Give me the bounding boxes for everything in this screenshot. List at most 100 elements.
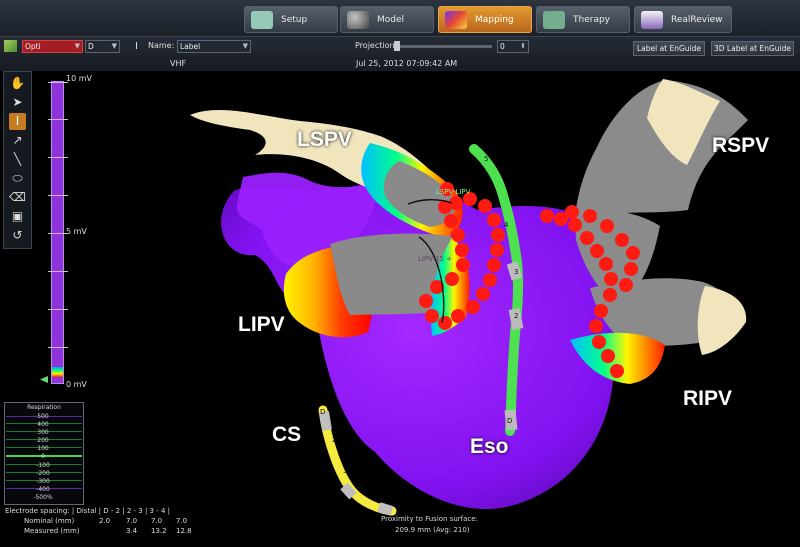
respiration-label: -100 (36, 462, 50, 469)
mode-select[interactable]: D ▼ (85, 40, 120, 53)
line-tool-icon[interactable]: ╲ (9, 151, 26, 168)
nominal-34: 7.0 (176, 517, 188, 525)
3d-map-viewport[interactable]: LSPV RSPV LIPV RIPV CS Eso LSPV-LIPV LIP… (0, 70, 800, 547)
eso-electrode-5-label: 5 (484, 155, 489, 163)
catheter-select[interactable]: Opti ▼ (22, 40, 83, 53)
grid-icon[interactable]: ▣ (9, 208, 26, 225)
text-tool-icon[interactable]: I (9, 113, 26, 130)
respiration-label: -200 (36, 470, 50, 477)
ripv-label: RIPV (683, 387, 733, 410)
pointer-icon[interactable]: ➤ (9, 94, 26, 111)
scale-tick (48, 195, 68, 196)
projection-slider[interactable] (394, 45, 492, 48)
nominal-d2: 7.0 (126, 517, 138, 525)
curve-tool-icon[interactable]: ↗ (9, 132, 26, 149)
cs-distal-label: D (320, 408, 326, 416)
scale-color-band (52, 367, 63, 377)
projection-value-field[interactable]: 0 ⬍ (497, 40, 529, 53)
projection-label: Projection (355, 41, 395, 50)
electrode-table-header: Electrode spacing: | Distal | D - 2 | 2 … (5, 507, 171, 515)
tab-label: Setup (281, 14, 308, 25)
scale-tick (48, 82, 68, 83)
measured-d2: 3.4 (126, 527, 138, 535)
respiration-label: 300 (37, 429, 49, 436)
ripv-cap (697, 286, 747, 355)
nominal-23: 7.0 (151, 517, 163, 525)
mode-select-value: D (88, 42, 94, 51)
measured-label: Measured (mm) (24, 527, 80, 535)
top-navigation-bar: Setup Model Mapping Therapy RealReview (0, 0, 800, 36)
tab-label: Mapping (475, 14, 514, 25)
eraser-icon[interactable]: ⌫ (9, 189, 26, 206)
ellipse-tool-icon[interactable]: ⬭ (9, 170, 26, 187)
rspv-label: RSPV (712, 134, 770, 157)
scale-top-label: 10 mV (66, 74, 92, 83)
realreview-icon (641, 10, 663, 29)
catheter-select-value: Opti (25, 42, 41, 51)
3d-label-at-enguide-text: 3D Label at EnGuide (714, 44, 791, 53)
lipv-label: LIPV (238, 313, 285, 336)
scale-tick (48, 233, 68, 234)
tab-label: RealReview (671, 14, 723, 25)
mapping-toolbar: Opti ▼ D ▼ I Name: Label ▼ Projection 0 ⬍ La… (0, 36, 800, 71)
name-select[interactable]: Label ▼ (177, 40, 251, 53)
name-select-value: Label (180, 42, 201, 51)
eso-distal-label: D (507, 417, 513, 425)
tab-realreview[interactable]: RealReview (634, 6, 732, 33)
respiration-label: -300 (36, 478, 50, 485)
projection-value: 0 (500, 42, 505, 51)
label-at-enguide-text: Label at EnGuide (636, 44, 702, 53)
chevron-down-icon: ▼ (242, 42, 248, 50)
catheter-icon (4, 40, 17, 52)
respiration-title: Respiration (27, 404, 61, 411)
measured-23: 13.2 (151, 527, 167, 535)
therapy-icon (543, 10, 565, 29)
catheter-tool-icon[interactable]: ↺ (9, 227, 26, 244)
hand-icon[interactable]: ✋ (9, 75, 26, 92)
respiration-panel: Respiration 500 400 300 200 100 0 -100 -… (4, 402, 84, 505)
scale-tick (48, 271, 68, 272)
model-icon (347, 10, 369, 29)
tab-label: Therapy (573, 14, 610, 25)
proximity-label: Proximity to Fusion surface: (381, 515, 478, 523)
text-cursor-icon: I (135, 41, 138, 52)
respiration-label: 200 (37, 437, 49, 444)
eso-electrode-2-label: 2 (514, 312, 519, 320)
scale-tick (48, 309, 68, 310)
timestamp: Jul 25, 2012 07:09:42 AM (356, 59, 458, 68)
scale-tick (48, 119, 68, 120)
eso-label: Eso (470, 435, 509, 458)
mapping-icon (445, 10, 467, 29)
tab-label: Model (377, 14, 405, 25)
cs-electrode-3-label: 3 (343, 467, 348, 475)
tab-mapping[interactable]: Mapping (438, 6, 532, 33)
lipv-marker-label: LIPV-15 + (418, 255, 453, 263)
voltage-scale-bar (48, 81, 68, 384)
cs-electrode-2-label: 2 (332, 436, 337, 444)
chevron-down-icon: ▼ (74, 42, 80, 50)
respiration-label: 0 (41, 453, 45, 460)
scale-tick (48, 347, 68, 348)
scale-bottom-label: 0 mV (66, 380, 87, 389)
stepper-icon: ⬍ (520, 42, 526, 50)
respiration-label: -500% (33, 494, 53, 501)
measured-34: 12.8 (176, 527, 192, 535)
vhf-label: VHF (170, 59, 187, 68)
projection-slider-thumb[interactable] (394, 41, 400, 51)
heart-map-svg (190, 79, 748, 516)
3d-label-at-enguide-button[interactable]: 3D Label at EnGuide (711, 41, 794, 56)
respiration-label: 100 (37, 445, 49, 452)
cs-electrode-4-label: 4 (357, 483, 362, 491)
tab-setup[interactable]: Setup (244, 6, 338, 33)
lspv-label: LSPV (297, 128, 352, 151)
proximity-value: 209.9 mm (Avg: 210) (395, 526, 470, 534)
cs-label: CS (272, 423, 302, 446)
respiration-label: 500 (37, 413, 49, 420)
tab-model[interactable]: Model (340, 6, 434, 33)
label-at-enguide-button[interactable]: Label at EnGuide (633, 41, 705, 56)
map-tools-panel: ✋ ➤ I ↗ ╲ ⬭ ⌫ ▣ ↺ (3, 71, 32, 249)
tab-therapy[interactable]: Therapy (536, 6, 630, 33)
eso-electrode-3-label: 3 (514, 268, 519, 276)
eso-electrode-4-label: 4 (504, 221, 509, 229)
scale-tick (48, 157, 68, 158)
